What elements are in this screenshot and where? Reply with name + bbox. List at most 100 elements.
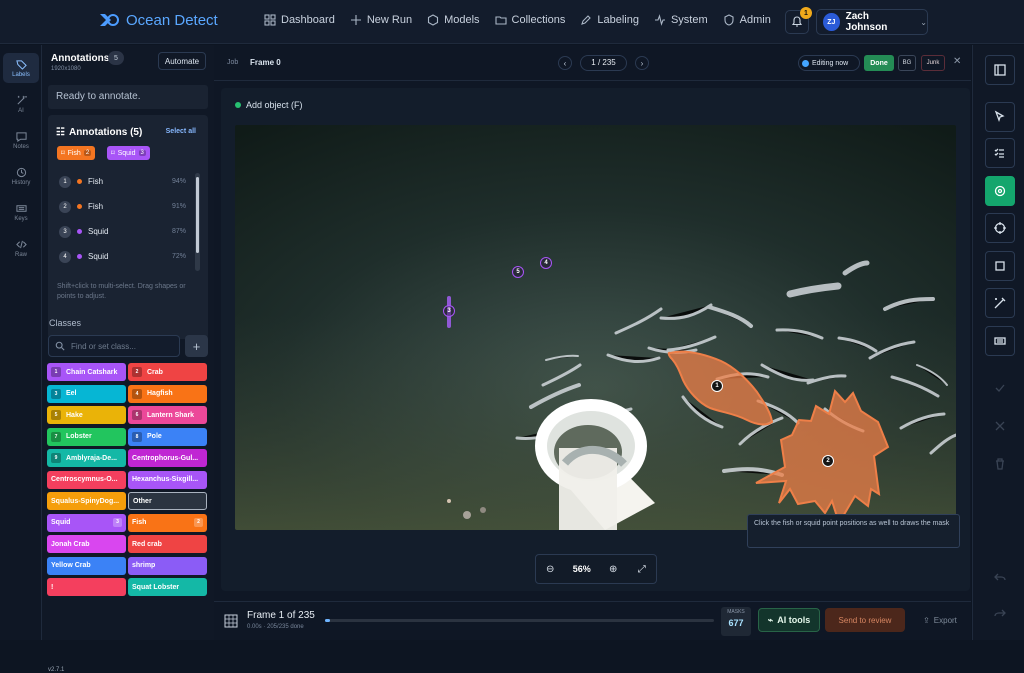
nav-dashboard[interactable]: Dashboard (264, 14, 335, 26)
redo-tool[interactable] (985, 598, 1015, 628)
nav-models[interactable]: Models (427, 14, 480, 26)
nav-admin[interactable]: Admin (723, 14, 771, 26)
add-class-button[interactable]: + (185, 335, 208, 357)
select-all-button[interactable]: Select all (166, 128, 196, 135)
square-tool[interactable] (985, 251, 1015, 281)
send-to-review-button[interactable]: Send to review (825, 608, 905, 632)
previous-frame-button[interactable]: ‹ (558, 56, 572, 70)
annotation-point-3[interactable]: 3 (443, 305, 455, 317)
frame-grid-icon[interactable] (222, 612, 240, 630)
class-shortcut-key: 6 (132, 410, 142, 420)
annotation-row[interactable]: 4 Squid 72% (56, 244, 198, 269)
junk-button[interactable]: Junk (921, 55, 945, 71)
class-button-red-crab[interactable]: Red crab (128, 535, 207, 553)
ai-tools-button[interactable]: ⌁ AI tools (758, 608, 820, 632)
keyboard-tool[interactable] (985, 326, 1015, 356)
left-rail-raw[interactable]: Raw (3, 233, 39, 263)
class-button-squalus-spinydog-[interactable]: Squalus-SpinyDog... (47, 492, 126, 510)
left-rail-ai[interactable]: AI (3, 89, 39, 119)
annotation-point-4[interactable]: 4 (540, 257, 552, 269)
annotation-confidence: 87% (172, 228, 187, 235)
check-tool[interactable] (985, 373, 1015, 403)
filter-pill-squid[interactable]: ⌑ Squid 3 (107, 146, 150, 160)
annotation-point-5[interactable]: 5 (512, 266, 524, 278)
class-button-yellow-crab[interactable]: Yellow Crab (47, 556, 126, 575)
main-workspace: Job Frame 0 ‹ 1 / 235 › Editing now Done… (214, 45, 971, 640)
class-button-crab[interactable]: 2 Crab (128, 363, 207, 381)
fullscreen-icon[interactable]: ⤢ (636, 563, 648, 575)
frame-counter[interactable]: 1 / 235 (580, 55, 627, 71)
next-frame-button[interactable]: › (635, 56, 649, 70)
zoom-in-icon[interactable]: ⊕ (607, 563, 619, 575)
frame-progress[interactable] (325, 619, 714, 622)
wand-tool[interactable] (985, 288, 1015, 318)
class-button-chain-catshark[interactable]: 1 Chain Catshark (47, 363, 126, 381)
nav-label: Admin (739, 14, 771, 26)
export-button[interactable]: ⇪ Export (914, 608, 966, 632)
close-tool[interactable] (985, 411, 1015, 441)
class-button-jonah-crab[interactable]: Jonah Crab (47, 535, 126, 553)
annotation-point-2[interactable]: 2 (822, 455, 834, 467)
nav-new-run[interactable]: New Run (350, 14, 412, 26)
zoom-out-icon[interactable]: ⊖ (544, 563, 556, 575)
left-rail-history[interactable]: History (3, 161, 39, 191)
background-button[interactable]: BG (898, 55, 916, 71)
nav-label: Dashboard (281, 14, 335, 26)
annotation-image[interactable]: 1 2 3 4 5 (235, 125, 956, 530)
annotation-row[interactable]: 1 Fish 94% (56, 169, 198, 194)
class-button-lobster[interactable]: 7 Lobster (47, 427, 126, 446)
class-button-centroscymnus-o-[interactable]: Centroscymnus-O... (47, 470, 126, 489)
class-button-amblyraja-de-[interactable]: 9 Amblyraja-De... (47, 449, 126, 467)
class-search-input[interactable]: Find or set class... (48, 335, 180, 357)
cursor-icon (994, 110, 1005, 122)
pill-count: 2 (83, 150, 92, 156)
add-object-button[interactable]: Add object (F) (235, 100, 303, 110)
annotation-point-1[interactable]: 1 (711, 380, 723, 392)
scroll-thumb[interactable] (196, 177, 199, 253)
close-icon[interactable]: ✕ (953, 56, 961, 67)
undo-tool[interactable] (985, 562, 1015, 592)
class-button-eel[interactable]: 3 Eel (47, 384, 126, 403)
bell-icon (791, 16, 803, 27)
class-button-squat-lobster[interactable]: Squat Lobster (128, 578, 207, 596)
search-placeholder: Find or set class... (71, 341, 136, 351)
automate-button[interactable]: Automate (158, 52, 206, 70)
checklist-tool[interactable] (985, 138, 1015, 168)
class-label: Pole (147, 433, 162, 440)
layout-tool[interactable] (985, 55, 1015, 85)
cursor-tool[interactable] (985, 102, 1015, 132)
notifications-button[interactable]: 1 (785, 7, 812, 34)
nav-labeling[interactable]: Labeling (580, 14, 639, 26)
class-button-lantern-shark[interactable]: 6 Lantern Shark (128, 406, 207, 424)
filter-pill-fish[interactable]: ⌑ Fish 2 (57, 146, 96, 160)
annotation-row[interactable]: 3 Squid 87% (56, 219, 198, 244)
annotation-row[interactable]: 2 Fish 91% (56, 194, 198, 219)
class-label: Amblyraja-De... (66, 454, 117, 462)
class-button--[interactable]: ! (47, 578, 126, 596)
class-button-other[interactable]: Other (128, 492, 207, 510)
done-button[interactable]: Done (864, 55, 894, 71)
crosshair-icon (994, 222, 1006, 234)
nav-system[interactable]: System (654, 14, 708, 26)
target-tool[interactable] (985, 176, 1015, 206)
trash-tool[interactable] (985, 449, 1015, 479)
class-button-hake[interactable]: 5 Hake (47, 406, 126, 424)
class-button-centrophorus-gul-[interactable]: Centrophorus-Gul... (128, 449, 207, 467)
class-button-squid[interactable]: Squid 3 (47, 513, 126, 532)
user-menu[interactable]: ZJ Zach Johnson ⌄ (816, 9, 928, 35)
class-button-pole[interactable]: 8 Pole (128, 427, 207, 446)
class-label: Centrophorus-Gul... (132, 454, 199, 462)
wand-icon: ⌁ (767, 614, 774, 625)
class-button-hagfish[interactable]: 4 Hagfish (128, 384, 207, 403)
class-button-shrimp[interactable]: shrimp (128, 556, 207, 575)
class-button-hexanchus-sixgill-[interactable]: Hexanchus-Sixgill... (128, 470, 207, 489)
class-button-fish[interactable]: Fish 2 (128, 513, 207, 532)
left-rail-labels[interactable]: Labels (3, 53, 39, 83)
app-logo[interactable]: Ocean Detect (98, 11, 218, 29)
left-rail-keys[interactable]: Keys (3, 197, 39, 227)
class-label: ! (51, 583, 54, 591)
left-rail-notes[interactable]: Notes (3, 125, 39, 155)
crosshair-tool[interactable] (985, 213, 1015, 243)
nav-collections[interactable]: Collections (494, 14, 565, 26)
annotation-scrollbar[interactable] (195, 173, 200, 271)
